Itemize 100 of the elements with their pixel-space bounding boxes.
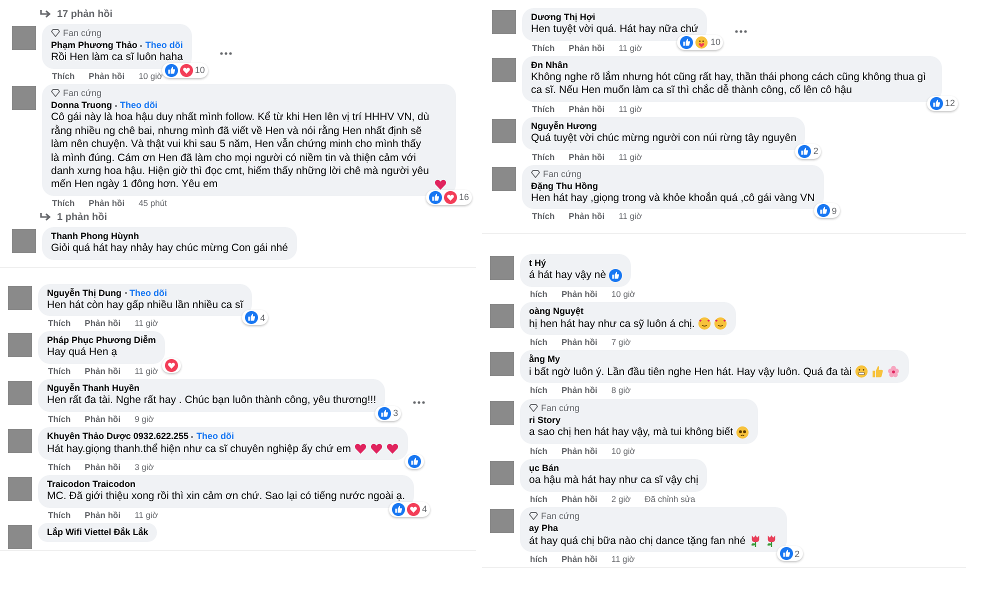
separator-dot [124, 292, 126, 294]
reactions-badge[interactable] [162, 358, 181, 373]
more-options-icon[interactable] [220, 52, 232, 55]
reactions-badge[interactable]: 16 [426, 190, 472, 205]
timestamp[interactable]: 10 giờ [611, 288, 636, 299]
reactions-badge[interactable]: 2 [795, 144, 822, 159]
comment-text: Hen tuyệt vời quá. Hát hay nữa chứ [531, 23, 698, 37]
timestamp[interactable]: 8 giờ [611, 385, 631, 396]
like-link[interactable]: hích [530, 494, 548, 504]
reply-link[interactable]: Phản hồi [88, 70, 125, 81]
like-link[interactable]: Thích [532, 104, 555, 114]
reactions-badge[interactable]: 12 [926, 96, 958, 111]
commenter-name[interactable]: Đặng Thu Hồng [531, 180, 598, 191]
like-link[interactable]: hích [530, 385, 548, 396]
timestamp[interactable]: 7 giờ [611, 337, 631, 348]
like-link[interactable]: hích [530, 446, 548, 456]
view-replies-link[interactable]: 1 phản hồi [57, 211, 107, 224]
timestamp[interactable]: 11 giờ [618, 42, 642, 53]
commenter-name[interactable]: Dương Thị Hợi [531, 12, 596, 22]
like-link[interactable]: Thích [532, 211, 555, 222]
commenter-name[interactable]: ri Story [529, 414, 561, 425]
more-options-icon[interactable] [735, 30, 748, 33]
follow-link[interactable]: Theo dõi [145, 40, 183, 50]
like-link[interactable]: Thích [48, 366, 71, 376]
follow-link[interactable]: Theo dõi [196, 430, 234, 441]
timestamp[interactable]: 11 giờ [134, 318, 158, 328]
commenter-name[interactable]: ay Pha [529, 523, 558, 533]
commenter-name[interactable]: Nguyễn Hương [531, 120, 597, 131]
reactions-badge[interactable]: 9 [814, 203, 840, 218]
reply-link[interactable]: Phản hồi [568, 152, 605, 162]
reply-link[interactable]: Phản hồi [561, 554, 598, 564]
reply-link[interactable]: Phản hồi [561, 288, 598, 299]
reply-link[interactable]: Phản hồi [561, 385, 598, 396]
timestamp[interactable]: 11 giờ [134, 366, 158, 376]
like-link[interactable]: Thích [48, 462, 71, 472]
commenter-name[interactable]: Thanh Phong Hùynh [51, 231, 139, 241]
reply-link[interactable]: Phản hồi [84, 510, 121, 520]
reactions-badge[interactable] [404, 454, 424, 470]
commenter-name[interactable]: Nguyễn Thanh Huyền [47, 383, 140, 394]
like-link[interactable]: Thích [48, 510, 71, 520]
timestamp[interactable]: 11 giờ [618, 104, 642, 114]
timestamp[interactable]: 10 giờ [611, 446, 636, 456]
reply-link[interactable]: Phản hồi [84, 414, 121, 424]
more-options-icon[interactable] [413, 400, 426, 404]
commenter-name[interactable]: Traicodon Traicodon [47, 479, 136, 490]
reactions-badge[interactable]: 4 [389, 502, 430, 517]
reply-link[interactable]: Phản hồi [568, 104, 605, 114]
like-link[interactable]: Thích [48, 318, 71, 328]
commenter-name[interactable]: oàng Nguyệt [529, 306, 584, 316]
commenter-name[interactable]: Pháp Phục Phương Diễm [47, 335, 156, 346]
reactions-badge[interactable]: 2 [776, 546, 803, 562]
commenter-name[interactable]: Nguyễn Thị Dung [47, 288, 122, 298]
comment-text: Hen hát còn hay gấp nhiều lần nhiều ca sĩ [47, 298, 244, 312]
reactions-badge[interactable]: 4 [242, 310, 268, 326]
commenter-name[interactable]: Phạm Phương Thảo [51, 40, 138, 50]
avatar-placeholder [8, 381, 32, 406]
reply-link[interactable]: Phản hồi [84, 366, 121, 376]
reply-link[interactable]: Phản hồi [561, 337, 598, 348]
commenter-name[interactable]: ằng My [529, 354, 560, 364]
like-link[interactable]: hích [530, 288, 548, 299]
reply-link[interactable]: Phản hồi [84, 318, 121, 328]
timestamp[interactable]: 10 giờ [138, 70, 163, 81]
timestamp[interactable]: 11 giờ [618, 152, 642, 162]
like-reaction-icon [816, 204, 830, 218]
reactions-badge[interactable]: 10 [162, 62, 208, 78]
like-reaction-icon [798, 144, 812, 158]
like-link[interactable]: Thích [52, 70, 75, 81]
timestamp[interactable]: 11 giờ [134, 510, 158, 520]
commenter-name[interactable]: t Hý [529, 258, 546, 268]
timestamp[interactable]: 3 giờ [134, 462, 154, 472]
reply-link[interactable]: Phản hồi [88, 198, 125, 208]
reply-link[interactable]: Phản hồi [561, 446, 598, 456]
commenter-name[interactable]: Lắp Wifi Viettel Đắk Lắk [47, 526, 148, 537]
reply-link[interactable]: Phản hồi [84, 462, 121, 472]
timestamp[interactable]: 2 giờ [611, 494, 631, 504]
timestamp[interactable]: 9 giờ [134, 414, 154, 424]
heart-icon [434, 178, 447, 191]
follow-link[interactable]: Theo dõi [130, 288, 167, 298]
fan-badge-label: Fan cứng [541, 402, 580, 414]
commenter-name[interactable]: ục Bán [529, 463, 560, 474]
reply-link[interactable]: Phản hồi [568, 42, 605, 53]
timestamp[interactable]: 11 giờ [611, 554, 635, 564]
like-link[interactable]: Thích [532, 42, 555, 53]
commenter-name[interactable]: Khuyên Thảo Dược 0932.622.255 [47, 430, 188, 441]
like-link[interactable]: Thích [532, 152, 555, 162]
timestamp[interactable]: 11 giờ [618, 211, 642, 222]
reply-link[interactable]: Phản hồi [568, 211, 605, 222]
like-reaction-icon [930, 96, 943, 110]
like-link[interactable]: Thích [48, 414, 71, 424]
commenter-name[interactable]: Donna Truong [51, 100, 112, 110]
follow-link[interactable]: Theo dõi [120, 100, 158, 110]
view-replies-link[interactable]: 17 phản hồi [57, 8, 113, 21]
reactions-badge[interactable]: 3 [375, 406, 402, 421]
reply-link[interactable]: Phản hồi [561, 494, 598, 504]
like-link[interactable]: hích [530, 337, 548, 348]
timestamp[interactable]: 45 phút [138, 198, 167, 208]
reactions-badge[interactable]: 10 [677, 34, 724, 50]
like-link[interactable]: Thích [52, 198, 75, 208]
commenter-name[interactable]: Đn Nhân [531, 60, 568, 70]
like-link[interactable]: hích [530, 554, 548, 564]
